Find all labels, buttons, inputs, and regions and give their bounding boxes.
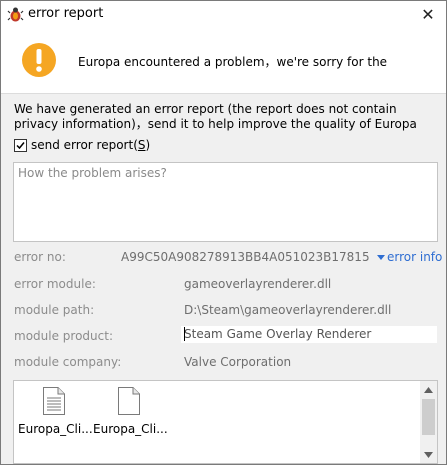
close-icon: ✕	[421, 5, 435, 24]
warning-icon	[21, 42, 57, 78]
error-module-value: gameoverlayrenderer.dll	[184, 277, 332, 291]
scroll-thumb[interactable]	[422, 399, 435, 435]
error-info-link[interactable]: error info	[377, 250, 442, 264]
header-band: Europa encountered a problem，we're sorry…	[1, 28, 446, 94]
module-path-value: D:\Steam\gameoverlayrenderer.dll	[184, 303, 392, 317]
attachment-file-name: Europa_Cli...	[93, 422, 168, 436]
module-product-label: module product:	[14, 329, 113, 343]
attachments-list: Europa_Cli... Europa_Cli...	[13, 380, 438, 464]
text-caret	[184, 327, 185, 341]
send-report-checkbox-row[interactable]: send error report(S)	[14, 138, 150, 152]
text-file-icon	[43, 387, 65, 415]
attachment-file[interactable]: Europa_Cli...	[18, 387, 93, 436]
triangle-down-icon	[377, 255, 385, 260]
bug-icon	[7, 6, 24, 23]
window-title: error report	[28, 6, 104, 21]
module-company-label: module company:	[14, 355, 122, 369]
attachment-file-name: Europa_Cli...	[18, 422, 93, 436]
chevron-up-icon	[424, 386, 433, 393]
title-bar: error report ✕	[1, 1, 446, 28]
module-product-value: Steam Game Overlay Renderer	[184, 327, 372, 341]
module-path-label: module path:	[14, 303, 95, 317]
send-report-checkbox[interactable]	[14, 138, 27, 152]
module-company-value: Valve Corporation	[184, 355, 292, 369]
error-no-value: A99C50A908278913BB4A051023B17815	[121, 250, 370, 264]
problem-description-box	[13, 162, 438, 242]
module-product-field[interactable]: Steam Game Overlay Renderer	[181, 326, 437, 343]
error-report-window: error report ✕ Europa encountered a prob…	[0, 0, 447, 465]
attachment-file[interactable]: Europa_Cli...	[93, 387, 168, 436]
error-no-label: error no:	[14, 250, 66, 264]
scroll-down-button[interactable]	[420, 446, 437, 463]
checkmark-icon	[16, 141, 25, 149]
blank-file-icon	[118, 387, 140, 415]
close-button[interactable]: ✕	[410, 1, 446, 28]
header-message: Europa encountered a problem，we're sorry…	[78, 55, 388, 69]
send-report-label: send error report(S)	[31, 138, 151, 152]
problem-description-input[interactable]	[14, 163, 437, 241]
scroll-up-button[interactable]	[420, 381, 437, 398]
chevron-down-icon	[424, 451, 433, 458]
error-module-label: error module:	[14, 277, 96, 291]
vertical-scrollbar[interactable]	[420, 381, 437, 463]
report-description: We have generated an error report (the r…	[14, 102, 417, 131]
